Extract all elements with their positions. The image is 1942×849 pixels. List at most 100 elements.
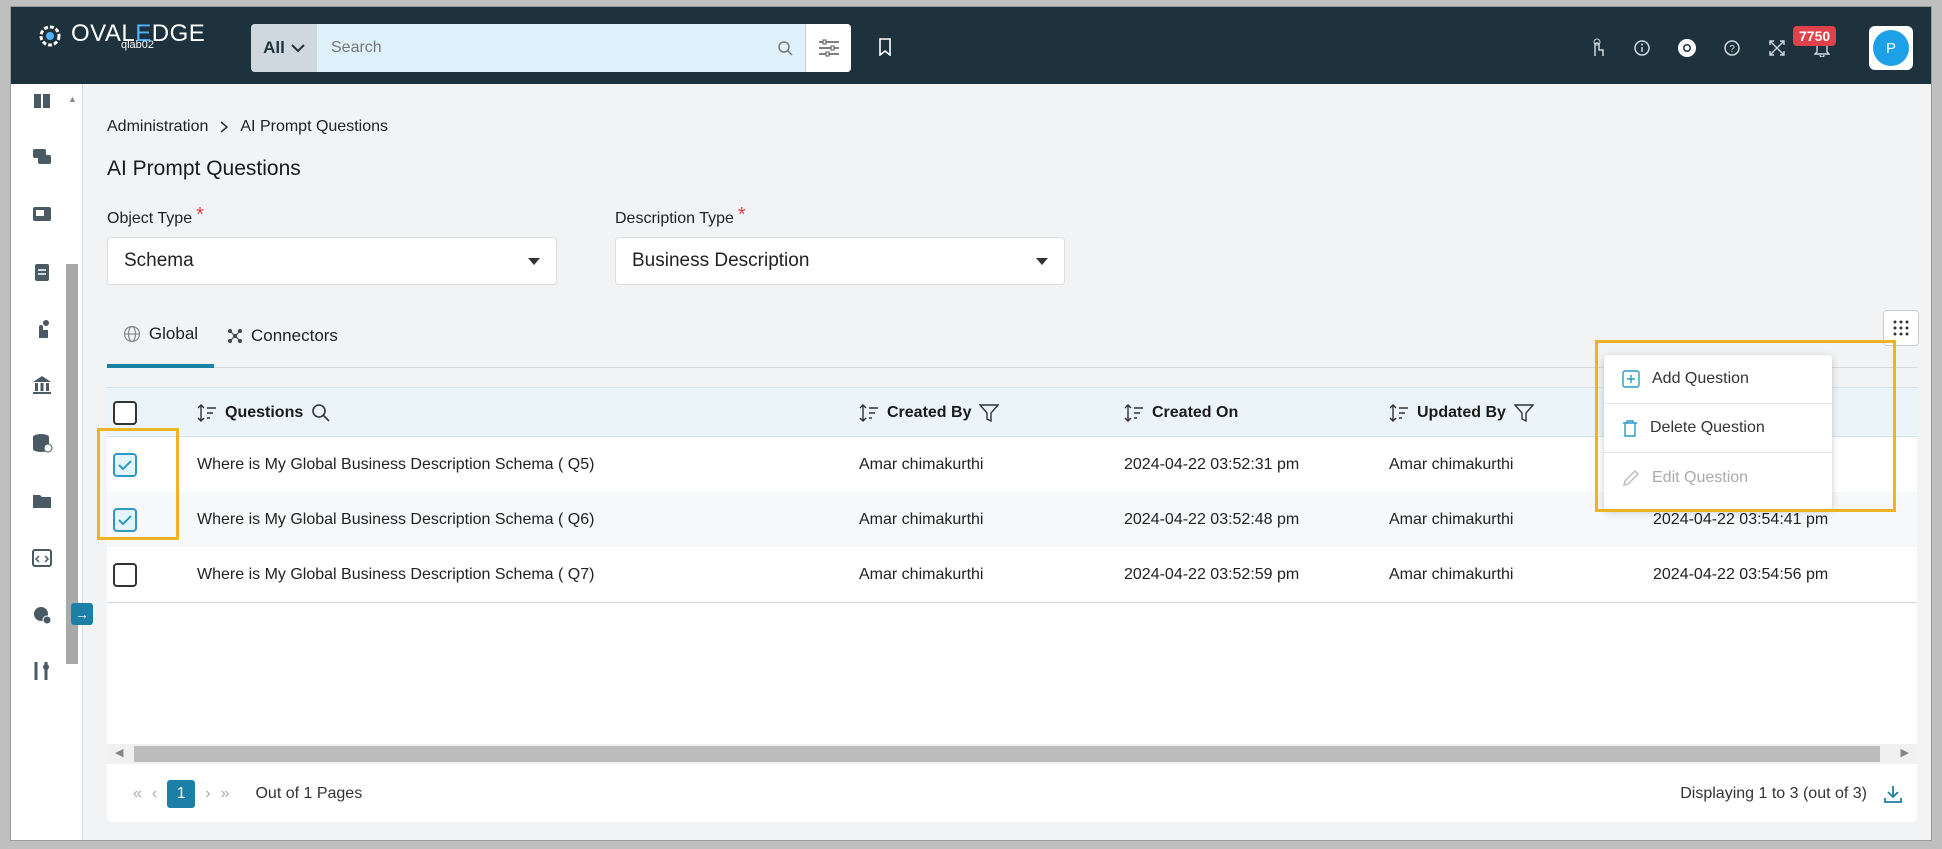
scroll-left-icon[interactable]: ◀ <box>115 746 123 759</box>
table-footer: « ‹ 1 › » Out of 1 Pages Displaying 1 to… <box>107 764 1917 822</box>
sidebar: ▲ <box>11 84 83 840</box>
page-title: AI Prompt Questions <box>107 157 301 180</box>
description-type-value: Business Description <box>632 250 810 271</box>
prev-page-icon[interactable]: ‹ <box>152 785 157 803</box>
col-created-on[interactable]: Created On <box>1124 388 1238 438</box>
select-all-cell <box>113 388 137 438</box>
chat-icon[interactable] <box>31 146 53 168</box>
updated-by-cell: Amar chimakurthi <box>1389 565 1514 583</box>
global-search: All <box>251 24 851 72</box>
add-question-label: Add Question <box>1652 370 1749 387</box>
updated-on-cell: 2024-04-22 03:54:56 pm <box>1653 565 1829 583</box>
filter-icon[interactable] <box>979 404 1000 422</box>
sort-icon <box>859 404 878 422</box>
current-page[interactable]: 1 <box>167 780 196 808</box>
last-page-icon[interactable]: » <box>221 785 230 803</box>
tenant-label: qlab02 <box>121 39 155 51</box>
tab-global[interactable]: Global <box>107 304 214 368</box>
delete-question-item[interactable]: Delete Question <box>1604 404 1832 453</box>
touch-icon[interactable] <box>1586 37 1608 59</box>
advanced-filter-button[interactable] <box>805 24 851 72</box>
avatar[interactable]: P <box>1869 26 1913 70</box>
search-scope-dropdown[interactable]: All <box>251 24 317 72</box>
created-by-cell: Amar chimakurthi <box>859 510 984 528</box>
next-page-icon[interactable]: › <box>205 785 210 803</box>
bookmark-icon[interactable] <box>877 38 893 61</box>
breadcrumb-root[interactable]: Administration <box>107 118 208 136</box>
question-cell[interactable]: Where is My Global Business Description … <box>197 437 594 492</box>
edit-question-item[interactable]: Edit Question <box>1604 453 1832 502</box>
app-window: OVALEDGE qlab02 All ? 7 <box>10 6 1932 841</box>
hand-icon[interactable] <box>31 318 53 340</box>
check-icon <box>118 514 132 525</box>
row-checkbox[interactable] <box>113 507 137 532</box>
book-icon[interactable] <box>31 90 53 112</box>
col-updated-by-label: Updated By <box>1417 404 1506 421</box>
tab-global-label: Global <box>148 324 199 343</box>
footer-right: Displaying 1 to 3 (out of 3) <box>1680 784 1903 804</box>
created-by-cell: Amar chimakurthi <box>859 565 984 583</box>
row-checkbox[interactable] <box>113 452 137 477</box>
object-type-value: Schema <box>124 250 194 271</box>
pencil-icon <box>1623 469 1639 486</box>
breadcrumb-current: AI Prompt Questions <box>240 118 388 135</box>
question-cell[interactable]: Where is My Global Business Description … <box>197 492 594 547</box>
sliders-icon <box>818 39 839 57</box>
notification-badge[interactable]: 7750 <box>1793 26 1837 46</box>
expand-sidebar-button[interactable]: → <box>71 603 93 625</box>
select-all-checkbox[interactable] <box>113 401 137 425</box>
col-updated-by[interactable]: Updated By <box>1389 388 1534 438</box>
filter-icon[interactable] <box>1513 404 1534 422</box>
trash-icon <box>1623 420 1637 437</box>
search-input[interactable] <box>317 24 765 72</box>
description-type-label: Description Type * <box>615 204 746 227</box>
first-page-icon[interactable]: « <box>133 785 142 803</box>
search-scope-label: All <box>263 38 285 57</box>
chrome-icon[interactable] <box>1676 37 1698 59</box>
bank-icon[interactable] <box>31 374 53 396</box>
question-cell[interactable]: Where is My Global Business Description … <box>197 547 594 602</box>
folder-icon[interactable] <box>31 490 53 512</box>
fullscreen-icon[interactable] <box>1766 37 1788 59</box>
add-question-item[interactable]: Add Question <box>1604 355 1832 404</box>
download-icon[interactable] <box>1883 784 1903 804</box>
edit-question-label: Edit Question <box>1652 468 1749 486</box>
check-icon <box>118 459 132 470</box>
search-icon[interactable] <box>765 40 805 56</box>
created-on-cell: 2024-04-22 03:52:59 pm <box>1124 565 1300 583</box>
plus-square-icon <box>1622 370 1640 388</box>
tools-icon[interactable] <box>31 660 53 682</box>
scroll-up-icon[interactable]: ▲ <box>68 94 77 104</box>
database-icon[interactable] <box>31 432 53 454</box>
delete-question-label: Delete Question <box>1650 419 1765 436</box>
table-row[interactable]: Where is My Global Business Description … <box>107 547 1917 602</box>
caret-down-icon <box>528 258 540 265</box>
created-on-cell: 2024-04-22 03:52:48 pm <box>1124 510 1300 528</box>
chevron-right-icon <box>220 121 229 133</box>
created-on-cell: 2024-04-22 03:52:31 pm <box>1124 455 1300 473</box>
breadcrumb: Administration AI Prompt Questions <box>107 118 388 136</box>
settings-gear-icon[interactable] <box>31 604 53 626</box>
col-questions[interactable]: Questions <box>197 388 331 438</box>
connectors-icon <box>228 329 242 343</box>
description-type-select[interactable]: Business Description <box>615 237 1065 285</box>
clipboard-icon[interactable] <box>31 261 53 283</box>
row-checkbox[interactable] <box>113 562 137 587</box>
image-icon[interactable] <box>31 203 53 225</box>
col-created-by[interactable]: Created By <box>859 388 1000 438</box>
code-icon[interactable] <box>31 547 53 569</box>
top-bar: OVALEDGE qlab02 All ? 7 <box>11 7 1931 84</box>
actions-menu-button[interactable] <box>1883 310 1919 346</box>
search-icon[interactable] <box>311 403 331 423</box>
scrollbar-thumb[interactable] <box>134 746 1880 762</box>
updated-by-cell: Amar chimakurthi <box>1389 510 1514 528</box>
help-icon[interactable]: ? <box>1721 37 1743 59</box>
tab-connectors[interactable]: Connectors <box>227 304 338 368</box>
scroll-right-icon[interactable]: ▶ <box>1901 746 1909 759</box>
object-type-select[interactable]: Schema <box>107 237 557 285</box>
caret-down-icon <box>1036 258 1048 265</box>
grid-dots-icon <box>1893 320 1909 336</box>
horizontal-scrollbar[interactable]: ◀ ▶ <box>107 744 1917 764</box>
info-icon[interactable] <box>1631 37 1653 59</box>
displaying-text: Displaying 1 to 3 (out of 3) <box>1680 785 1867 802</box>
